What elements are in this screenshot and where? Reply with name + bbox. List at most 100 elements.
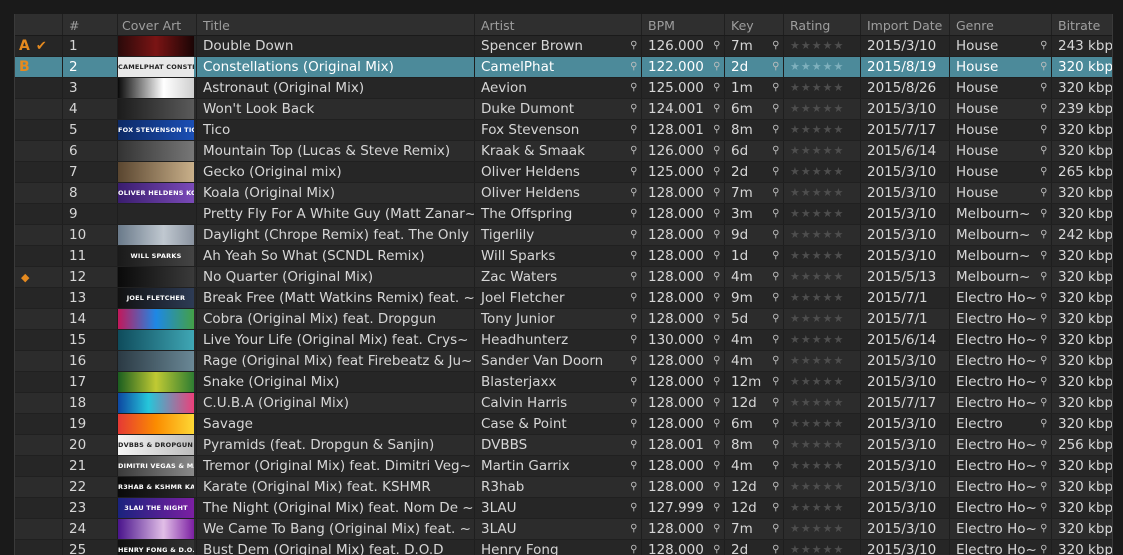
track-import-date[interactable]: 2015/3/10 — [861, 225, 950, 245]
track-bpm[interactable]: 126.000 ⚲ — [642, 36, 725, 56]
search-icon[interactable]: ⚲ — [713, 78, 720, 98]
track-bitrate[interactable]: 265 kbps — [1052, 162, 1112, 182]
search-icon[interactable]: ⚲ — [772, 435, 779, 455]
search-icon[interactable]: ⚲ — [1040, 540, 1047, 555]
track-rating-stars[interactable]: ★★★★★ — [784, 414, 861, 434]
track-import-date[interactable]: 2015/3/10 — [861, 456, 950, 476]
search-icon[interactable]: ⚲ — [772, 204, 779, 224]
track-artist[interactable]: 3LAU ⚲ — [475, 498, 642, 518]
track-bitrate[interactable]: 320 kbps — [1052, 372, 1112, 392]
track-rating-stars[interactable]: ★★★★★ — [784, 456, 861, 476]
search-icon[interactable]: ⚲ — [713, 183, 720, 203]
track-artist[interactable]: DVBBS ⚲ — [475, 435, 642, 455]
track-title[interactable]: Break Free (Matt Watkins Remix) feat. ~ — [197, 288, 475, 308]
track-artist[interactable]: Fox Stevenson ⚲ — [475, 120, 642, 140]
track-title[interactable]: Ah Yeah So What (SCNDL Remix) — [197, 246, 475, 266]
track-genre[interactable]: House ⚲ — [950, 120, 1052, 140]
track-title[interactable]: Won't Look Back — [197, 99, 475, 119]
track-bitrate[interactable]: 320 kbps — [1052, 351, 1112, 371]
track-bpm[interactable]: 125.000 ⚲ — [642, 162, 725, 182]
search-icon[interactable]: ⚲ — [772, 78, 779, 98]
track-key[interactable]: 3m ⚲ — [725, 204, 784, 224]
track-row[interactable]: 17 Snake (Original Mix) Blasterjaxx ⚲ 128.00… — [15, 372, 1112, 393]
track-bitrate[interactable]: 243 kbps — [1052, 36, 1112, 56]
track-row[interactable]: 8 OLIVER HELDENS KOALA Koala (Original Mix… — [15, 183, 1112, 204]
track-key[interactable]: 2d ⚲ — [725, 57, 784, 77]
search-icon[interactable]: ⚲ — [772, 120, 779, 140]
track-key[interactable]: 4m ⚲ — [725, 456, 784, 476]
track-import-date[interactable]: 2015/7/1 — [861, 309, 950, 329]
track-bpm[interactable]: 128.000 ⚲ — [642, 288, 725, 308]
search-icon[interactable]: ⚲ — [713, 435, 720, 455]
search-icon[interactable]: ⚲ — [713, 309, 720, 329]
search-icon[interactable]: ⚲ — [1040, 225, 1047, 245]
search-icon[interactable]: ⚲ — [772, 267, 779, 287]
search-icon[interactable]: ⚲ — [772, 99, 779, 119]
track-title[interactable]: Pyramids (feat. Dropgun & Sanjin) — [197, 435, 475, 455]
track-row[interactable]: 22 R3HAB & KSHMR KARATE Karate (Original M… — [15, 477, 1112, 498]
track-rating-stars[interactable]: ★★★★★ — [784, 540, 861, 555]
track-genre[interactable]: Melbourn~ ⚲ — [950, 246, 1052, 266]
track-bpm[interactable]: 128.000 ⚲ — [642, 414, 725, 434]
track-rating-stars[interactable]: ★★★★★ — [784, 519, 861, 539]
search-icon[interactable]: ⚲ — [630, 330, 637, 350]
column-header-genre[interactable]: Genre — [950, 14, 1052, 35]
track-bpm[interactable]: 130.000 ⚲ — [642, 330, 725, 350]
track-rating-stars[interactable]: ★★★★★ — [784, 498, 861, 518]
column-header-flag[interactable] — [15, 14, 63, 35]
track-genre[interactable]: House ⚲ — [950, 183, 1052, 203]
track-row[interactable]: 3 Astronaut (Original Mix) Aevion ⚲ 125.000 ⚲… — [15, 78, 1112, 99]
track-bitrate[interactable]: 320 kbps — [1052, 267, 1112, 287]
track-artist[interactable]: Tony Junior ⚲ — [475, 309, 642, 329]
track-rating-stars[interactable]: ★★★★★ — [784, 57, 861, 77]
track-rating-stars[interactable]: ★★★★★ — [784, 78, 861, 98]
search-icon[interactable]: ⚲ — [713, 120, 720, 140]
track-key[interactable]: 7m ⚲ — [725, 183, 784, 203]
search-icon[interactable]: ⚲ — [713, 36, 720, 56]
track-bitrate[interactable]: 320 kbps — [1052, 309, 1112, 329]
track-bpm[interactable]: 128.000 ⚲ — [642, 204, 725, 224]
search-icon[interactable]: ⚲ — [713, 288, 720, 308]
search-icon[interactable]: ⚲ — [630, 456, 637, 476]
track-rating-stars[interactable]: ★★★★★ — [784, 183, 861, 203]
search-icon[interactable]: ⚲ — [630, 519, 637, 539]
search-icon[interactable]: ⚲ — [1040, 78, 1047, 98]
search-icon[interactable]: ⚲ — [772, 141, 779, 161]
track-row[interactable]: 19 Savage Case & Point ⚲ 128.000 ⚲ 6m ⚲ ★★★★★ 201… — [15, 414, 1112, 435]
track-genre[interactable]: Electro Ho~ ⚲ — [950, 477, 1052, 497]
track-title[interactable]: Bust Dem (Original Mix) feat. D.O.D — [197, 540, 475, 555]
track-bitrate[interactable]: 320 kbps — [1052, 519, 1112, 539]
track-genre[interactable]: Melbourn~ ⚲ — [950, 225, 1052, 245]
track-bitrate[interactable]: 320 kbps — [1052, 540, 1112, 555]
track-genre[interactable]: Electro Ho~ ⚲ — [950, 519, 1052, 539]
track-artist[interactable]: Henry Fong ⚲ — [475, 540, 642, 555]
track-import-date[interactable]: 2015/3/10 — [861, 246, 950, 266]
track-row[interactable]: 24 We Came To Bang (Original Mix) feat. ~… — [15, 519, 1112, 540]
track-bitrate[interactable]: 320 kbps — [1052, 246, 1112, 266]
track-rating-stars[interactable]: ★★★★★ — [784, 267, 861, 287]
track-title[interactable]: Double Down — [197, 36, 475, 56]
track-bitrate[interactable]: 320 kbps — [1052, 393, 1112, 413]
track-bpm[interactable]: 125.000 ⚲ — [642, 78, 725, 98]
track-import-date[interactable]: 2015/3/10 — [861, 351, 950, 371]
track-rating-stars[interactable]: ★★★★★ — [784, 162, 861, 182]
column-header-import-date[interactable]: Import Date — [861, 14, 950, 35]
search-icon[interactable]: ⚲ — [1040, 414, 1047, 434]
track-import-date[interactable]: 2015/6/14 — [861, 330, 950, 350]
track-bitrate[interactable]: 242 kbps — [1052, 225, 1112, 245]
track-row[interactable]: 10 Daylight (Chrope Remix) feat. The Only… — [15, 225, 1112, 246]
track-row[interactable]: 18 C.U.B.A (Original Mix) Calvin Harris ⚲ 12… — [15, 393, 1112, 414]
track-key[interactable]: 12d ⚲ — [725, 477, 784, 497]
search-icon[interactable]: ⚲ — [630, 351, 637, 371]
track-key[interactable]: 4m ⚲ — [725, 267, 784, 287]
track-import-date[interactable]: 2015/3/10 — [861, 414, 950, 434]
column-header-rating[interactable]: Rating — [784, 14, 861, 35]
track-import-date[interactable]: 2015/3/10 — [861, 519, 950, 539]
track-genre[interactable]: Electro Ho~ ⚲ — [950, 372, 1052, 392]
search-icon[interactable]: ⚲ — [630, 225, 637, 245]
track-title[interactable]: The Night (Original Mix) feat. Nom De ~ — [197, 498, 475, 518]
search-icon[interactable]: ⚲ — [713, 330, 720, 350]
track-artist[interactable]: Aevion ⚲ — [475, 78, 642, 98]
search-icon[interactable]: ⚲ — [772, 456, 779, 476]
track-import-date[interactable]: 2015/3/10 — [861, 36, 950, 56]
